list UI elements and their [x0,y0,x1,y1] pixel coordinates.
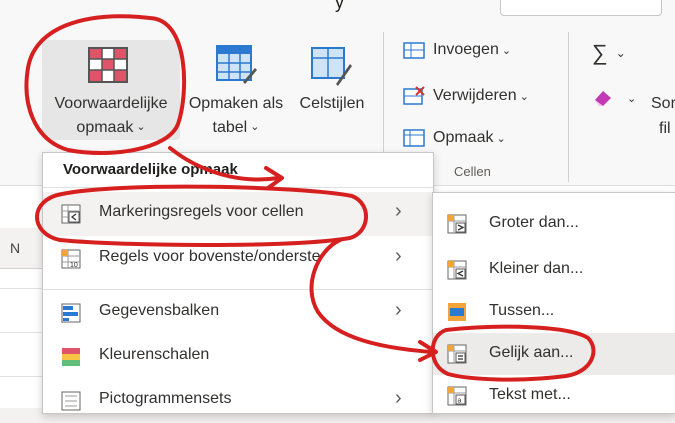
format-as-table-label-1: Opmaken als [188,95,284,112]
conditional-formatting-label-2: opmaak [76,119,134,136]
svg-text:a: a [458,398,462,405]
submenu-item-label: Tussen... [489,302,555,319]
chevron-down-icon: ⌄ [496,132,506,145]
format-cells-icon [403,129,425,147]
chevron-right-icon: › [395,387,402,409]
sort-filter-label-2: fil [659,120,671,137]
menu-item-label: Markeringsregels voor cellen [99,203,304,220]
chevron-right-icon: › [395,200,402,222]
format-as-table-icon [216,45,257,84]
menu-item-label: Regels voor bovenste/onderste [99,248,321,265]
insert-button[interactable]: Invoegen ⌄ [403,40,511,60]
submenu-item-label: Groter dan... [489,214,579,231]
conditional-formatting-button[interactable]: Voorwaardelijke opmaak ⌄ [42,40,180,140]
menu-item-data-bars[interactable]: Gegevensbalken › [43,291,433,335]
menu-divider [43,187,433,188]
column-header[interactable]: N [0,228,43,269]
highlight-cells-submenu: Groter dan... Kleiner dan... Tussen... G… [432,192,675,414]
format-as-table-label-2: tabel [212,119,248,136]
top-bottom-icon: 10 [61,249,81,269]
eraser-icon [595,91,611,106]
grid-line [0,288,42,289]
conditional-formatting-label-1: Voorwaardelijke [54,95,168,112]
chevron-down-icon: ⌄ [501,44,512,57]
svg-text:10: 10 [70,262,78,269]
menu-item-highlight-cells-rules[interactable]: Markeringsregels voor cellen › [43,192,433,236]
cell-styles-icon [311,47,352,86]
sort-filter-label-1: Sor [651,95,675,112]
conditional-formatting-menu: Voorwaardelijke opmaak Markeringsregels … [42,152,434,414]
submenu-item-equal-to[interactable]: Gelijk aan... [433,333,675,375]
cells-group-label: Cellen [454,164,491,179]
cell-styles-label: Celstijlen [299,95,365,112]
submenu-item-label: Gelijk aan... [489,344,574,361]
conditional-formatting-icon [88,47,128,83]
less-than-icon [447,260,467,280]
menu-item-icon-sets[interactable]: Pictogrammensets › [43,379,433,423]
submenu-item-text-contains[interactable]: a Tekst met... [433,375,675,417]
icon-sets-icon [61,391,81,411]
data-bars-icon [61,303,81,323]
submenu-item-between[interactable]: Tussen... [433,291,675,333]
submenu-item-greater-than[interactable]: Groter dan... [433,203,675,245]
ribbon-title-fragment: y [335,0,344,12]
delete-label: Verwijderen [433,87,517,104]
chevron-down-icon: ⌄ [250,121,260,134]
submenu-item-less-than[interactable]: Kleiner dan... [433,249,675,291]
menu-item-top-bottom-rules[interactable]: 10 Regels voor bovenste/onderste › [43,237,433,281]
menu-item-label: Gegevensbalken [99,302,220,319]
insert-label: Invoegen [433,41,499,58]
menu-item-label: Kleurenschalen [99,346,210,363]
menu-divider [43,289,433,290]
menu-title: Voorwaardelijke opmaak [63,161,238,178]
clear-button[interactable]: ⌄ [592,88,636,108]
column-letter: N [10,240,21,256]
color-scales-icon [62,348,80,366]
format-button[interactable]: Opmaak ⌄ [403,128,506,148]
format-as-table-label-2-row: tabel ⌄ [181,116,291,139]
autosum-button[interactable]: ∑ ⌄ [592,40,626,66]
delete-cells-icon [403,86,425,105]
sum-icon: ∑ [592,40,608,65]
chevron-down-icon: ⌄ [627,92,637,105]
greater-than-icon [447,214,467,234]
cell-styles-button[interactable]: Celstijlen [292,40,372,140]
insert-cells-icon [403,42,425,59]
search-box[interactable] [500,0,662,16]
menu-item-label: Pictogrammensets [99,390,232,407]
submenu-item-label: Tekst met... [489,386,571,403]
chevron-down-icon: ⌄ [519,90,529,103]
highlight-cells-icon [61,204,81,224]
chevron-down-icon: ⌄ [615,46,626,60]
between-icon [448,303,466,321]
chevron-right-icon: › [395,299,402,321]
text-contains-icon: a [447,386,467,406]
group-divider [568,32,569,182]
chevron-right-icon: › [395,245,402,267]
grid-line [0,332,42,333]
format-as-table-button[interactable]: Opmaken als tabel ⌄ [181,40,291,140]
equal-to-icon [447,344,467,364]
menu-item-color-scales[interactable]: Kleurenschalen [43,335,433,379]
format-label: Opmaak [433,129,494,146]
grid-line [0,376,42,377]
chevron-down-icon: ⌄ [136,121,146,134]
submenu-item-label: Kleiner dan... [489,260,584,277]
delete-button[interactable]: Verwijderen ⌄ [403,86,529,106]
conditional-formatting-label-2-row: opmaak ⌄ [42,116,180,139]
